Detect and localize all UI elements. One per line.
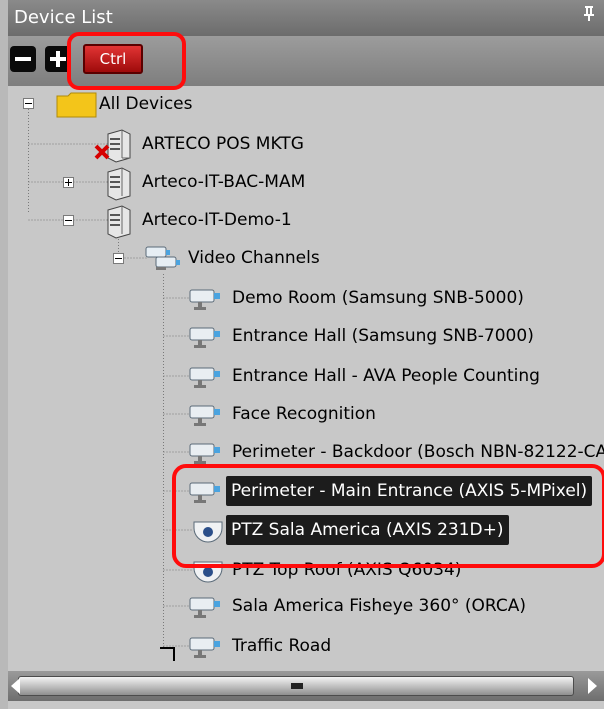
collapse-toggle[interactable] (113, 253, 124, 264)
camera-icon (189, 367, 220, 388)
collapse-all-button[interactable] (10, 46, 36, 72)
tree-node-channel-selected[interactable]: PTZ Sala America (AXIS 231D+) (8, 512, 604, 548)
camera-icon (189, 289, 220, 310)
tree-node-channel[interactable]: Perimeter - Backdoor (Bosch NBN-82122-CA (8, 434, 604, 470)
tree-node-label: Perimeter - Main Entrance (AXIS 5-MPixel… (226, 476, 593, 506)
ctrl-button[interactable]: Ctrl (83, 44, 143, 74)
tree-node-channel[interactable]: Face Recognition (8, 396, 604, 432)
tree-node-channel[interactable]: PTZ Top Roof (AXIS Q6034) (8, 552, 604, 588)
tree-node-label: Entrance Hall (Samsung SNB-7000) (232, 326, 534, 346)
expand-all-button[interactable] (45, 46, 71, 72)
panel-titlebar[interactable]: Device List (8, 0, 604, 36)
tree-node-label: Demo Room (Samsung SNB-5000) (232, 288, 524, 308)
tree-node-label: Perimeter - Backdoor (Bosch NBN-82122-CA (232, 442, 604, 462)
device-tree: All Devices ARTECO POS MKTG Arteco-IT-BA… (8, 86, 604, 671)
tree-node-channel[interactable]: Demo Room (Samsung SNB-5000) (8, 280, 604, 316)
dome-camera-icon (193, 521, 223, 543)
panel-title: Device List (14, 7, 113, 28)
tree-node-label: Video Channels (188, 248, 320, 268)
tree-node-channel[interactable]: Entrance Hall (Samsung SNB-7000) (8, 318, 604, 354)
tree-node-channel[interactable]: Traffic Road (8, 628, 604, 664)
server-icon (107, 205, 131, 239)
tree-node-label: PTZ Sala America (AXIS 231D+) (226, 515, 509, 545)
expand-toggle[interactable] (63, 177, 74, 188)
camera-icon (189, 597, 220, 618)
tree-node-channel-selected[interactable]: Perimeter - Main Entrance (AXIS 5-MPixel… (8, 473, 604, 509)
camera-icon (189, 637, 220, 658)
pin-icon[interactable] (580, 0, 598, 36)
tree-node-label: Face Recognition (232, 404, 376, 424)
tree-node-label: ARTECO POS MKTG (142, 134, 304, 154)
tree-node-label: Arteco-IT-BAC-MAM (142, 172, 306, 192)
tree-node-label: Sala America Fisheye 360° (ORCA) (232, 596, 527, 616)
scroll-left-arrow-icon[interactable] (8, 671, 32, 701)
minus-icon (15, 57, 31, 61)
folder-icon (56, 92, 97, 118)
toolbar: Ctrl (8, 36, 604, 86)
tree-node-server[interactable]: ARTECO POS MKTG (8, 126, 604, 163)
collapse-toggle[interactable] (63, 215, 74, 226)
camera-icon (189, 327, 220, 348)
tree-node-channel[interactable]: Entrance Hall - AVA People Counting (8, 358, 604, 394)
cameras-icon (145, 246, 180, 270)
tree-node-all-devices[interactable]: All Devices (8, 86, 604, 122)
tree-node-server[interactable]: Arteco-IT-Demo-1 (8, 202, 604, 239)
tree-node-label: Entrance Hall - AVA People Counting (232, 366, 540, 386)
scroll-right-arrow-icon[interactable] (580, 671, 604, 701)
camera-icon (189, 443, 220, 464)
tree-node-label: Traffic Road (232, 636, 332, 656)
offline-x-icon (94, 144, 110, 160)
tree-node-label: PTZ Top Roof (AXIS Q6034) (232, 560, 462, 580)
camera-icon (189, 405, 220, 426)
collapse-toggle[interactable] (23, 98, 34, 109)
horizontal-scrollbar[interactable] (8, 671, 604, 701)
tree-node-video-channels[interactable]: Video Channels (8, 240, 604, 276)
scroll-grip-icon (291, 683, 303, 689)
device-list-panel: Device List Ctrl All Devices ARTECO POS … (8, 0, 604, 709)
dome-camera-icon (193, 561, 223, 583)
tree-node-label: All Devices (99, 94, 193, 114)
tree-node-label: Arteco-IT-Demo-1 (142, 210, 292, 230)
scroll-thumb[interactable] (18, 676, 574, 696)
server-icon (107, 167, 131, 201)
tree-node-server[interactable]: Arteco-IT-BAC-MAM (8, 164, 604, 201)
camera-icon (189, 482, 220, 503)
tree-node-channel[interactable]: Sala America Fisheye 360° (ORCA) (8, 588, 604, 624)
